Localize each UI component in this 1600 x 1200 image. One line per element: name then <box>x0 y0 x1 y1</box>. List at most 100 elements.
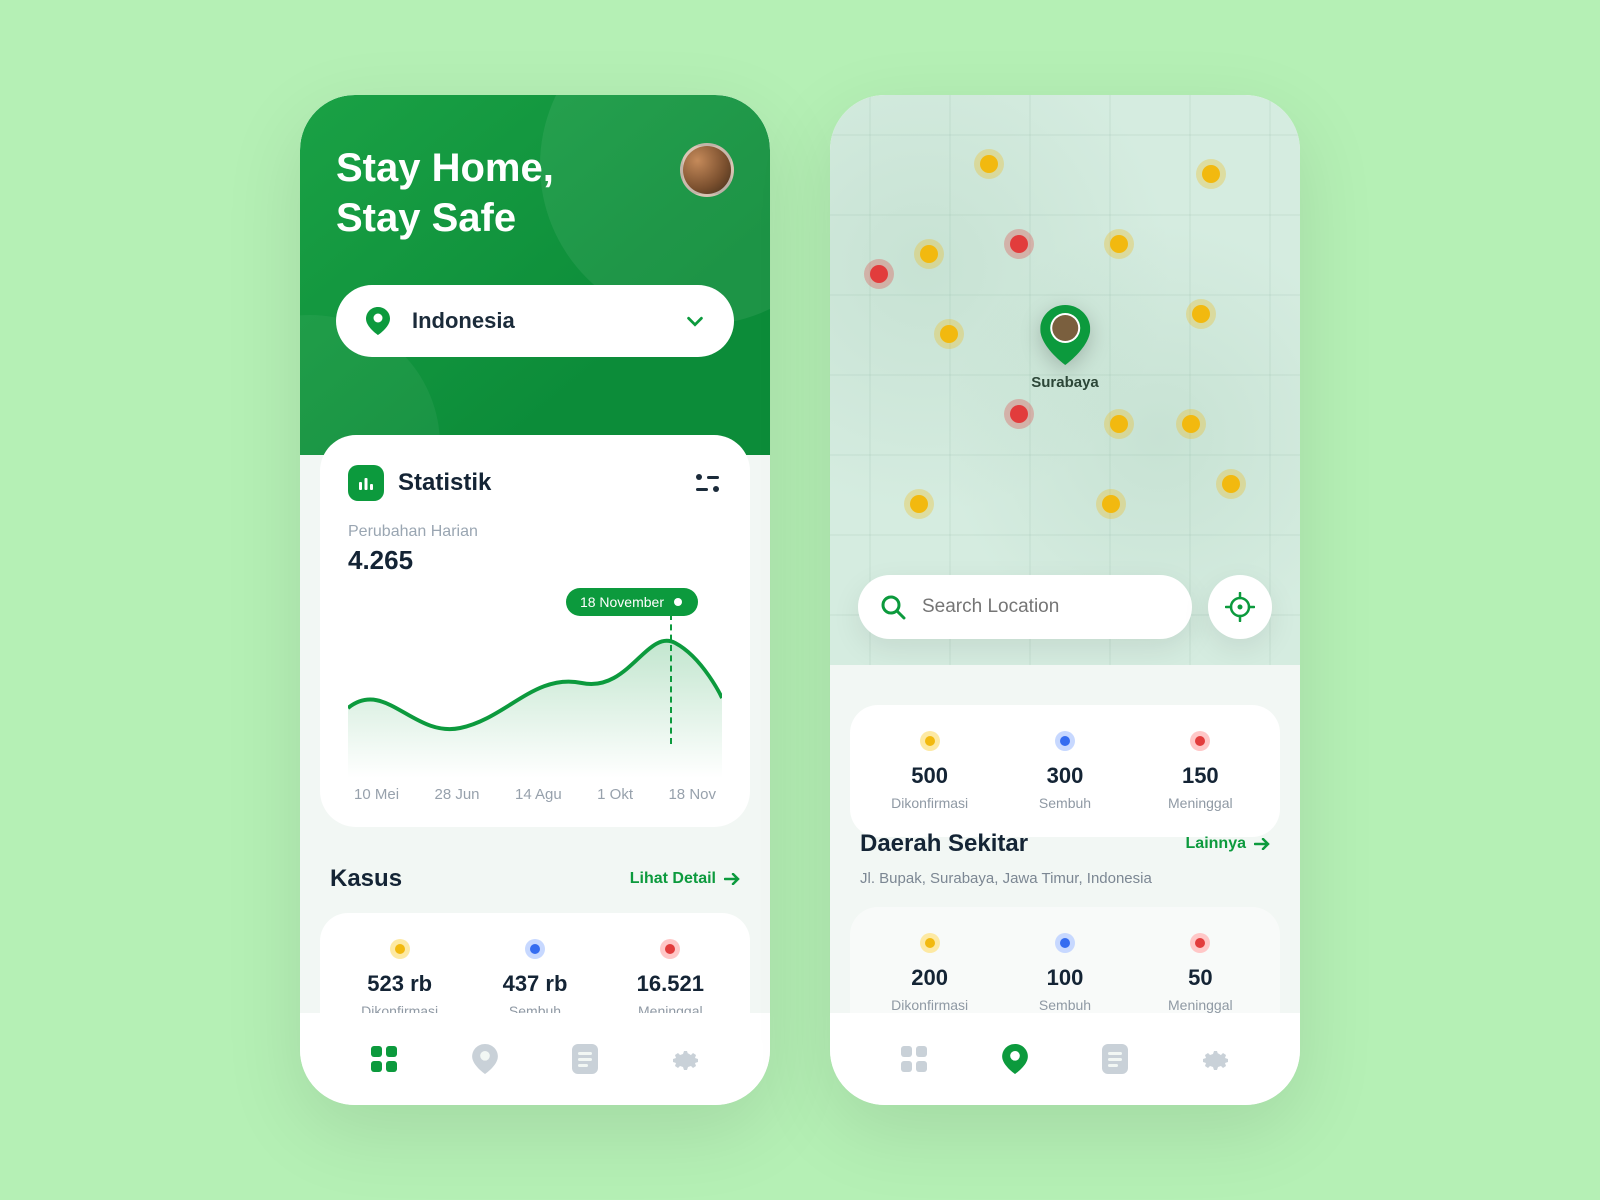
stat-value: 500 <box>862 763 997 789</box>
x-tick: 14 Agu <box>515 786 562 803</box>
nav-map-icon[interactable] <box>468 1042 502 1076</box>
cases-title: Kasus <box>330 865 402 893</box>
stat-recovered: 437 rb Sembuh <box>467 939 602 1019</box>
x-tick: 10 Mei <box>354 786 399 803</box>
x-tick: 18 Nov <box>668 786 716 803</box>
hero-section: Stay Home, Stay Safe Indonesia <box>300 95 770 455</box>
search-box[interactable] <box>858 575 1192 639</box>
dot-blue-icon <box>1055 731 1075 751</box>
stat-value: 523 rb <box>332 971 467 997</box>
country-label: Indonesia <box>412 308 664 334</box>
stat-label: Dikonfirmasi <box>862 795 997 811</box>
stat-recovered: 100 Sembuh <box>997 933 1132 1013</box>
map-marker-red[interactable] <box>870 265 888 283</box>
stat-label: Sembuh <box>997 795 1132 811</box>
stat-value: 100 <box>997 965 1132 991</box>
map-marker-yellow[interactable] <box>980 155 998 173</box>
change-label: Perubahan Harian <box>348 523 722 541</box>
x-tick: 1 Okt <box>597 786 633 803</box>
stat-value: 200 <box>862 965 997 991</box>
dot-yellow-icon <box>920 731 940 751</box>
nearby-title: Daerah Sekitar <box>860 830 1028 858</box>
map-marker-yellow[interactable] <box>1102 495 1120 513</box>
nav-dashboard-icon[interactable] <box>367 1042 401 1076</box>
phone-home: Stay Home, Stay Safe Indonesia Statistik <box>300 95 770 1105</box>
search-icon <box>880 594 906 620</box>
stat-label: Sembuh <box>997 997 1132 1013</box>
stat-deaths: 150 Meninggal <box>1133 731 1268 811</box>
stat-confirmed: 200 Dikonfirmasi <box>862 933 997 1013</box>
current-location-pin[interactable]: Surabaya <box>1031 305 1099 391</box>
dot-red-icon <box>1190 933 1210 953</box>
pin-icon <box>364 307 392 335</box>
map-marker-yellow[interactable] <box>1182 415 1200 433</box>
phone-map: Surabaya 500 Dikonfirmasi 300 Sembuh <box>830 95 1300 1105</box>
map-marker-yellow[interactable] <box>1110 415 1128 433</box>
avatar[interactable] <box>680 143 734 197</box>
stats-icon <box>348 465 384 501</box>
stat-value: 437 rb <box>467 971 602 997</box>
map-marker-yellow[interactable] <box>1110 235 1128 253</box>
dot-red-icon <box>660 939 680 959</box>
map-marker-yellow[interactable] <box>1202 165 1220 183</box>
detail-link[interactable]: Lihat Detail <box>630 870 740 888</box>
date-tag-label: 18 November <box>580 594 664 610</box>
chart-x-axis: 10 Mei 28 Jun 14 Agu 1 Okt 18 Nov <box>348 786 722 803</box>
map[interactable]: Surabaya <box>830 95 1300 665</box>
map-marker-yellow[interactable] <box>1222 475 1240 493</box>
hero-line1: Stay Home, <box>336 146 554 190</box>
nav-settings-icon[interactable] <box>1199 1042 1233 1076</box>
stat-confirmed: 523 rb Dikonfirmasi <box>332 939 467 1019</box>
stat-value: 50 <box>1133 965 1268 991</box>
change-value: 4.265 <box>348 545 722 576</box>
nav-dashboard-icon[interactable] <box>897 1042 931 1076</box>
nearby-link[interactable]: Lainnya <box>1186 835 1270 853</box>
dot-blue-icon <box>525 939 545 959</box>
stat-value: 300 <box>997 763 1132 789</box>
statistics-title: Statistik <box>398 469 682 497</box>
stat-recovered: 300 Sembuh <box>997 731 1132 811</box>
crosshair-icon <box>1225 592 1255 622</box>
stat-confirmed: 500 Dikonfirmasi <box>862 731 997 811</box>
x-tick: 28 Jun <box>434 786 479 803</box>
chevron-down-icon <box>684 310 706 332</box>
stat-value: 150 <box>1133 763 1268 789</box>
hero-title: Stay Home, Stay Safe <box>336 143 734 243</box>
search-input[interactable] <box>922 596 1170 618</box>
stat-label: Meninggal <box>1133 795 1268 811</box>
stat-label: Meninggal <box>1133 997 1268 1013</box>
map-marker-red[interactable] <box>1010 405 1028 423</box>
bottom-nav <box>830 1013 1300 1105</box>
nearby-section: Daerah Sekitar Lainnya Jl. Bupak, Suraba… <box>850 830 1280 1039</box>
stat-label: Dikonfirmasi <box>862 997 997 1013</box>
map-marker-yellow[interactable] <box>910 495 928 513</box>
dot-blue-icon <box>1055 933 1075 953</box>
nav-list-icon[interactable] <box>1098 1042 1132 1076</box>
nearby-link-label: Lainnya <box>1186 835 1246 853</box>
filter-icon[interactable] <box>696 474 722 492</box>
map-marker-yellow[interactable] <box>920 245 938 263</box>
nav-list-icon[interactable] <box>568 1042 602 1076</box>
line-chart[interactable]: 18 November <box>348 588 722 778</box>
map-marker-yellow[interactable] <box>940 325 958 343</box>
locate-button[interactable] <box>1208 575 1272 639</box>
stat-value: 16.521 <box>603 971 738 997</box>
nav-settings-icon[interactable] <box>669 1042 703 1076</box>
dot-yellow-icon <box>390 939 410 959</box>
map-marker-yellow[interactable] <box>1192 305 1210 323</box>
chart-date-tag: 18 November <box>566 588 698 616</box>
nearby-address: Jl. Bupak, Surabaya, Jawa Timur, Indones… <box>850 870 1280 887</box>
pin-label: Surabaya <box>1031 374 1099 391</box>
map-marker-red[interactable] <box>1010 235 1028 253</box>
country-select[interactable]: Indonesia <box>336 285 734 357</box>
dot-red-icon <box>1190 731 1210 751</box>
hero-line2: Stay Safe <box>336 196 516 240</box>
detail-link-label: Lihat Detail <box>630 870 716 888</box>
stat-deaths: 50 Meninggal <box>1133 933 1268 1013</box>
bottom-nav <box>300 1013 770 1105</box>
dot-yellow-icon <box>920 933 940 953</box>
stat-deaths: 16.521 Meninggal <box>603 939 738 1019</box>
nav-map-icon[interactable] <box>998 1042 1032 1076</box>
arrow-right-icon <box>724 873 740 885</box>
location-stats-card: 500 Dikonfirmasi 300 Sembuh 150 Meningga… <box>850 685 1280 837</box>
